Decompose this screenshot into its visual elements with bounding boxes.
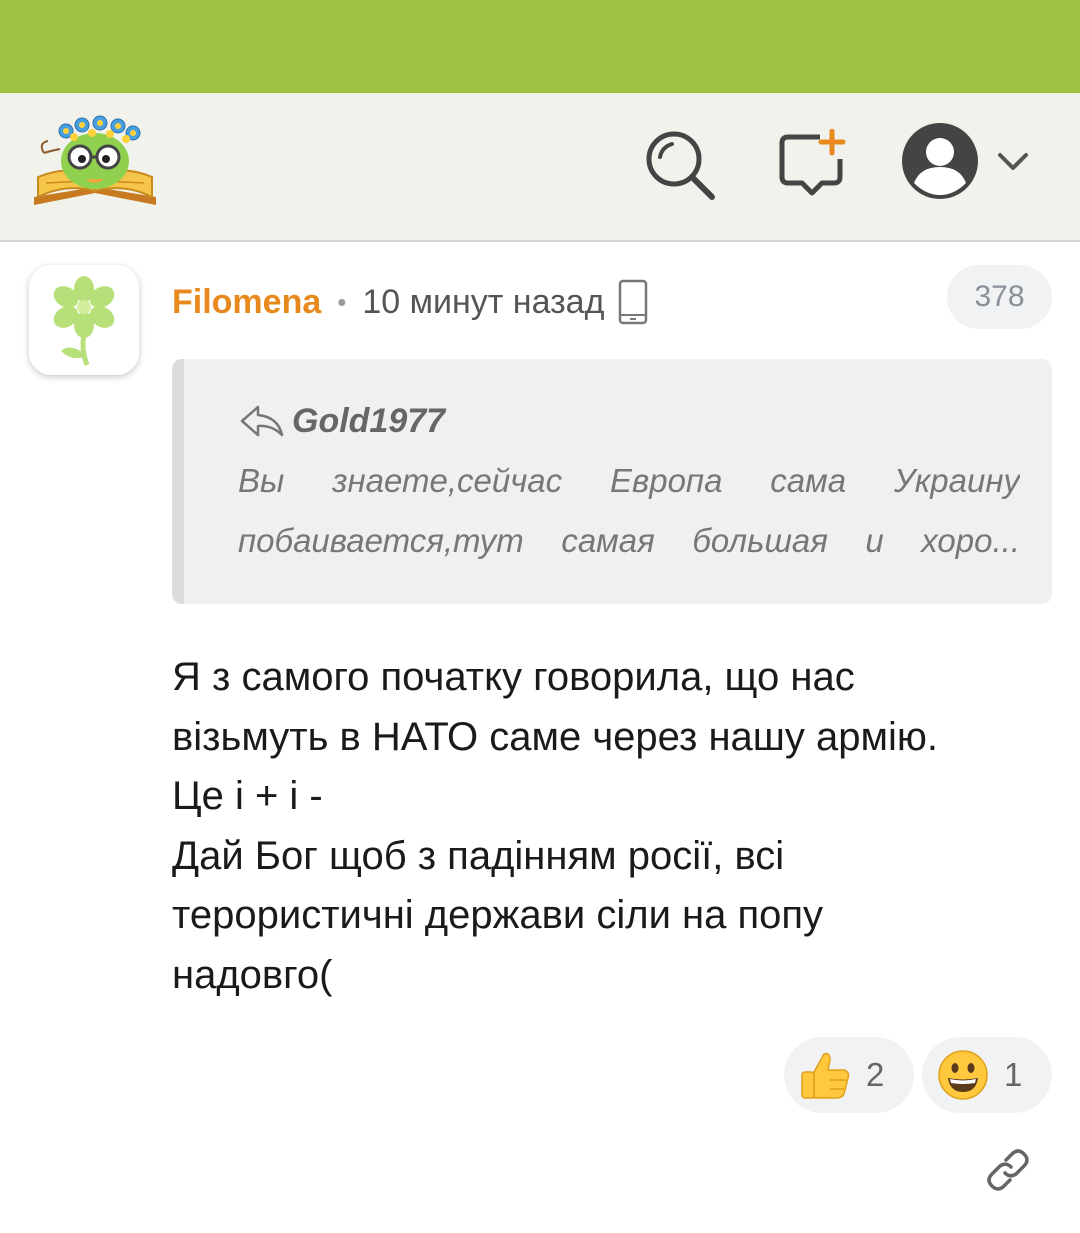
comment-meta: Filomena • 10 минут назад — [172, 279, 648, 325]
flower-icon — [53, 276, 115, 366]
comment-body: Я з самого початку говорила, що нас візь… — [172, 648, 1052, 1005]
new-post-icon[interactable] — [776, 129, 848, 201]
reply-arrow-icon — [240, 405, 284, 437]
quote-line: побаивается,тут самая большая и хоро... — [238, 522, 1020, 559]
link-icon[interactable] — [984, 1146, 1032, 1194]
mobile-phone-icon — [619, 279, 648, 325]
grinning-face-emoji — [938, 1050, 988, 1100]
comment-line: Це і + і - — [172, 774, 323, 818]
app-header — [0, 93, 1080, 242]
site-logo-icon[interactable] — [30, 113, 160, 213]
comment-line: надовго( — [172, 952, 333, 997]
reaction-like-button[interactable]: 2 — [784, 1037, 914, 1113]
quote-line: Вы знаете,сейчас Европа сама Украину — [238, 462, 1020, 499]
quoted-reply[interactable]: Gold1977 Вы знаете,сейчас Европа сама Ук… — [172, 359, 1052, 604]
comment-line: терористичні держави сіли на попу — [172, 893, 824, 937]
quote-author-name: Gold1977 — [292, 401, 446, 440]
quote-author-row: Gold1977 — [238, 399, 445, 443]
search-icon[interactable] — [642, 127, 718, 203]
comment-line: Я з самого початку говорила, що нас — [172, 655, 855, 699]
status-bar — [0, 0, 1080, 93]
chevron-down-icon[interactable] — [994, 147, 1032, 177]
reaction-like-count: 2 — [866, 1056, 885, 1093]
quote-text: Вы знаете,сейчас Европа сама Украину поб… — [238, 451, 1020, 571]
comment-author-avatar[interactable] — [29, 265, 139, 375]
reaction-smile-count: 1 — [1004, 1056, 1023, 1093]
thumbs-up-emoji — [801, 1052, 850, 1099]
comment-line: візьмуть в НАТО саме через нашу армію. — [172, 714, 938, 759]
meta-separator: • — [337, 286, 347, 317]
comment-timestamp: 10 минут назад — [362, 282, 605, 321]
comment-line: Дай Бог щоб з падінням росії, всі — [172, 833, 785, 878]
reaction-smile-button[interactable]: 1 — [922, 1037, 1052, 1113]
comment-count-badge[interactable]: 378 — [947, 265, 1052, 329]
user-avatar-icon[interactable] — [898, 119, 982, 203]
comment-author-name[interactable]: Filomena — [172, 283, 321, 322]
